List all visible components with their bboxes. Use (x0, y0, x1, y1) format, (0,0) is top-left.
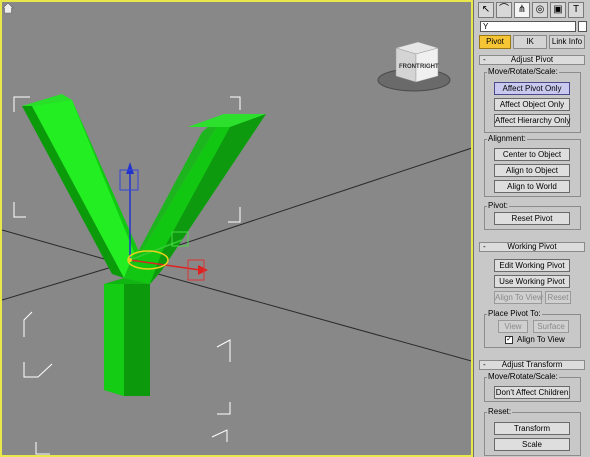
perspective-viewport[interactable]: FRONT RIGHT (0, 0, 473, 457)
edit-working-pivot-button[interactable]: Edit Working Pivot (494, 259, 570, 272)
command-panel: ↖ ⌒ ⋔ ◎ ▣ T Y Pivot IK Link Info - Adjus… (473, 0, 590, 457)
transform-reset-label: Reset: (487, 407, 513, 416)
home-icon[interactable] (2, 2, 14, 14)
align-to-world-button[interactable]: Align to World (494, 180, 570, 193)
align-to-view-button[interactable]: Align To View (494, 291, 543, 304)
object-color-swatch[interactable] (578, 21, 587, 32)
move-rotate-scale-label: Move/Rotate/Scale: (487, 67, 559, 76)
alignment-label: Alignment: (487, 134, 527, 143)
adjust-pivot-rollout-header[interactable]: - Adjust Pivot (479, 55, 585, 65)
reset-pivot-button[interactable]: Reset Pivot (494, 212, 570, 225)
adjust-transform-rollout-header[interactable]: - Adjust Transform (479, 360, 585, 370)
adjust-pivot-title: Adjust Pivot (510, 55, 554, 64)
transform-button[interactable]: Transform (494, 422, 570, 435)
display-icon[interactable]: ▣ (550, 2, 566, 18)
use-working-pivot-button[interactable]: Use Working Pivot (494, 275, 570, 288)
tab-ik[interactable]: IK (513, 35, 547, 49)
align-to-view-checkbox-label: Align To View (517, 335, 565, 344)
working-pivot-rollout-header[interactable]: - Working Pivot (479, 242, 585, 252)
tab-pivot[interactable]: Pivot (479, 35, 511, 49)
affect-object-only-button[interactable]: Affect Object Only (494, 98, 570, 111)
hierarchy-sub-tabs: Pivot IK Link Info (479, 35, 585, 49)
affect-hierarchy-only-button[interactable]: Affect Hierarchy Only (494, 114, 570, 127)
y-object[interactable] (22, 94, 266, 396)
view-button[interactable]: View (498, 320, 528, 333)
collapse-icon: - (483, 242, 486, 251)
viewcube[interactable]: FRONT RIGHT (377, 41, 451, 92)
collapse-icon: - (483, 360, 486, 369)
cursor-icon[interactable]: ↖ (478, 2, 494, 18)
object-name-field[interactable]: Y (480, 21, 576, 32)
viewcube-right-label: RIGHT (420, 64, 439, 70)
collapse-icon: - (483, 55, 486, 64)
hierarchy-icon[interactable]: ⋔ (514, 2, 530, 18)
tab-link-info[interactable]: Link Info (549, 35, 585, 49)
scene-canvas[interactable]: FRONT RIGHT (2, 2, 473, 457)
adjust-transform-title: Adjust Transform (501, 360, 563, 369)
pivot-label: Pivot: (487, 201, 510, 210)
surface-button[interactable]: Surface (533, 320, 569, 333)
working-pivot-title: Working Pivot (507, 242, 557, 251)
command-panel-tabs: ↖ ⌒ ⋔ ◎ ▣ T (478, 2, 584, 18)
viewcube-front-label: FRONT (399, 64, 420, 70)
place-pivot-label: Place Pivot To: (487, 309, 542, 318)
utilities-icon[interactable]: T (568, 2, 584, 18)
transform-move-label: Move/Rotate/Scale: (487, 372, 559, 381)
center-to-object-button[interactable]: Center to Object (494, 148, 570, 161)
align-to-view-checkbox[interactable]: ✓ (505, 336, 513, 344)
dont-affect-children-button[interactable]: Don't Affect Children (494, 386, 570, 399)
modify-icon[interactable]: ⌒ (496, 2, 512, 18)
motion-icon[interactable]: ◎ (532, 2, 548, 18)
reset-working-pivot-button[interactable]: Reset (545, 291, 571, 304)
affect-pivot-only-button[interactable]: Affect Pivot Only (494, 82, 570, 95)
scale-button[interactable]: Scale (494, 438, 570, 451)
align-to-object-button[interactable]: Align to Object (494, 164, 570, 177)
